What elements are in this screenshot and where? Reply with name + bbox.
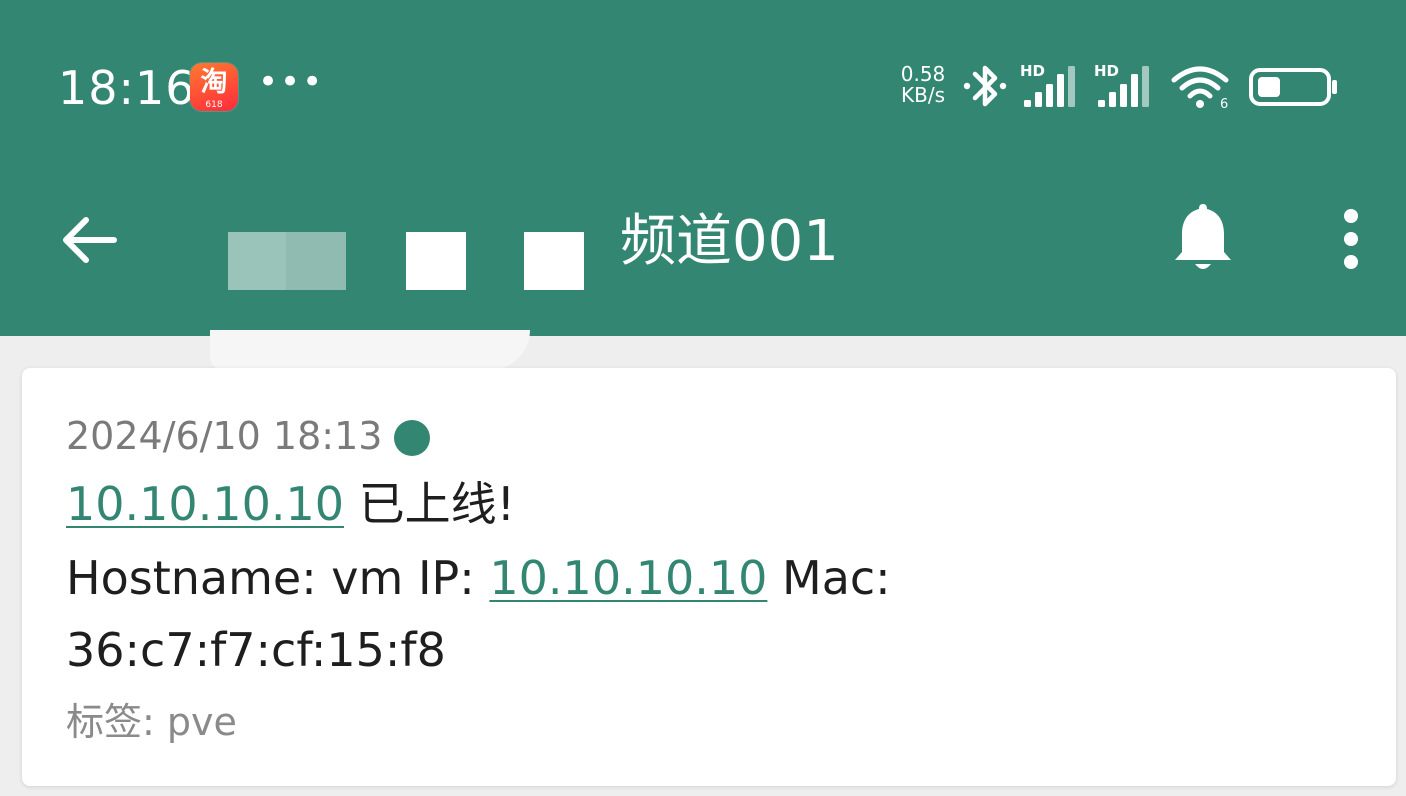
page-title: 频道001 xyxy=(620,209,839,274)
back-arrow-icon[interactable] xyxy=(56,208,120,272)
network-speed: 0.58 KB/s xyxy=(893,64,953,106)
message-card[interactable]: 2024/6/10 18:13 10.10.10.10 已上线! Hostnam… xyxy=(22,368,1396,786)
mac-label: Mac: xyxy=(767,551,891,605)
network-speed-value: 0.58 xyxy=(900,62,946,86)
more-vert-icon[interactable] xyxy=(1336,206,1366,272)
wifi-icon: 6 xyxy=(1171,66,1229,110)
status-time: 18:16 xyxy=(58,61,196,115)
hostname-text: Hostname: vm IP: xyxy=(66,551,490,605)
signal-icon: HD xyxy=(1094,62,1149,107)
message-timestamp: 2024/6/10 18:13 xyxy=(66,414,383,458)
wifi-band-label: 6 xyxy=(1220,97,1228,110)
header-notch-decoration xyxy=(210,330,530,370)
online-status-text: 已上线! xyxy=(344,477,516,531)
redacted-title-area xyxy=(228,228,628,292)
more-notifications-icon: ••• xyxy=(258,62,325,102)
taobao-app-icon: 淘 618 xyxy=(190,63,238,111)
message-line-status: 10.10.10.10 已上线! xyxy=(66,474,515,534)
signal-hd-label: HD xyxy=(1094,62,1119,80)
mac-address: 36:c7:f7:cf:15:f8 xyxy=(66,623,446,677)
message-tags: 标签: pve xyxy=(66,700,237,744)
app-header: 18:16 淘 618 ••• 0.58 KB/s HD HD 6 频道001 xyxy=(0,0,1406,336)
bell-icon[interactable] xyxy=(1170,200,1236,276)
ip-link[interactable]: 10.10.10.10 xyxy=(489,551,767,605)
signal-icon: HD xyxy=(1020,62,1075,107)
battery-icon xyxy=(1249,68,1337,106)
taobao-icon-text: 淘 xyxy=(200,67,228,98)
unread-dot xyxy=(394,420,430,456)
network-speed-unit: KB/s xyxy=(901,83,945,107)
signal-hd-label: HD xyxy=(1020,62,1045,80)
ip-link[interactable]: 10.10.10.10 xyxy=(66,477,344,531)
taobao-icon-subtext: 618 xyxy=(205,100,223,110)
bluetooth-icon xyxy=(963,65,1007,107)
message-line-host: Hostname: vm IP: 10.10.10.10 Mac: xyxy=(66,548,891,608)
